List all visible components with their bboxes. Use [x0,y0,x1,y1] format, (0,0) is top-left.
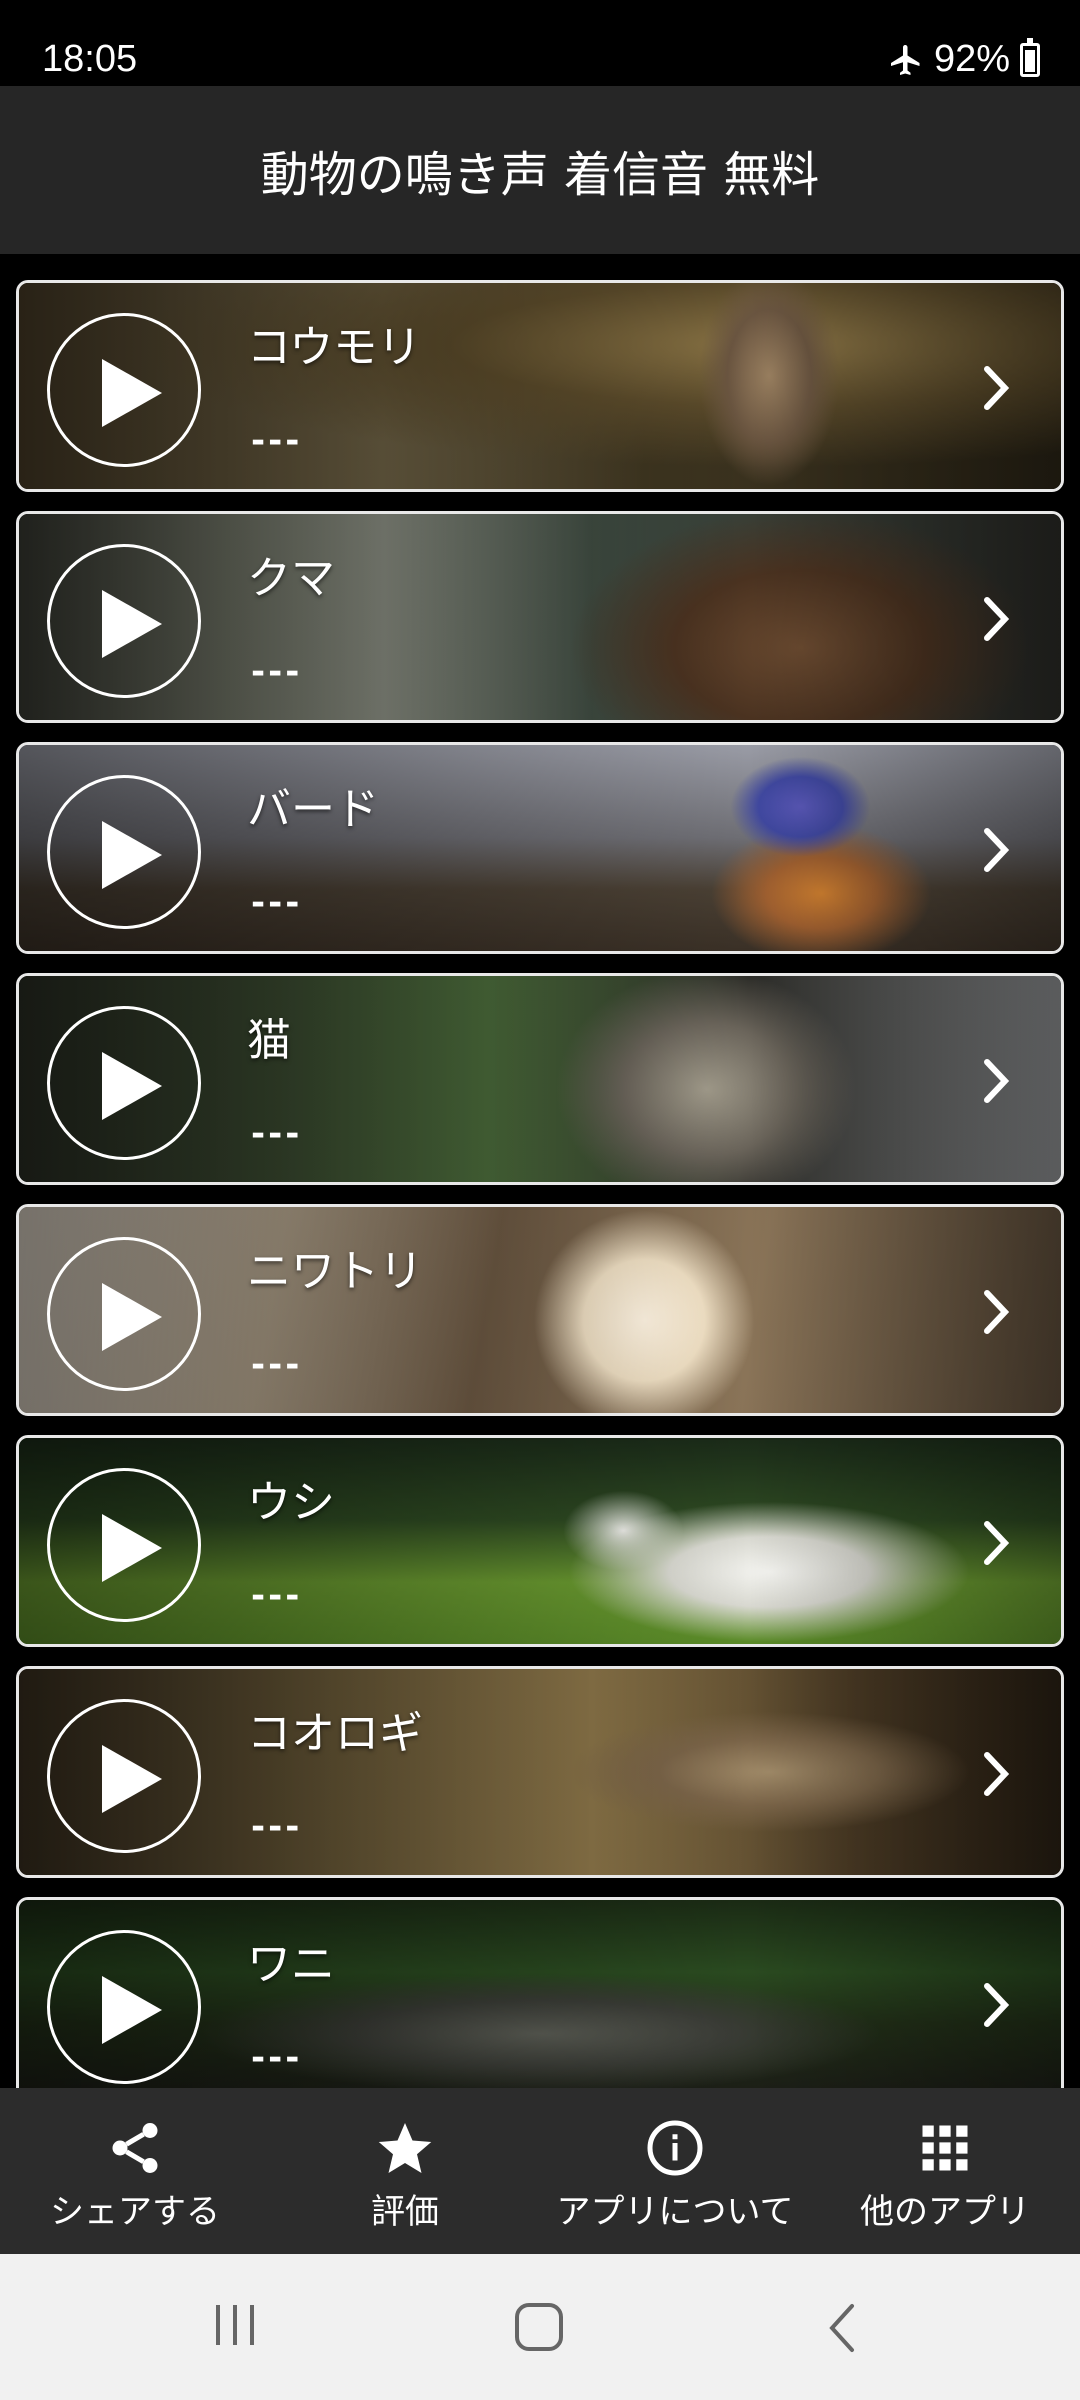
play-icon [102,1745,162,1813]
status-time: 18:05 [42,38,138,80]
airplane-mode-icon [890,44,920,75]
play-icon [102,821,162,889]
about-button[interactable]: アプリについて [540,2088,810,2254]
item-title: コオロギ [247,1708,423,1759]
battery-fill [1025,49,1035,72]
item-subtitle: --- [251,883,303,923]
chevron-right-icon[interactable] [981,1980,1011,2030]
item-subtitle: --- [251,1576,303,1616]
play-button[interactable] [47,1699,201,1853]
rate-button[interactable]: 評価 [270,2088,540,2254]
rate-label: 評価 [371,2192,439,2232]
item-subtitle: --- [251,1114,303,1154]
chevron-right-icon[interactable] [981,1749,1011,1799]
play-icon [102,1976,162,2044]
item-subtitle: --- [251,1345,303,1385]
play-icon [102,590,162,658]
sound-list[interactable]: コウモリ --- クマ --- バード --- 猫 --- ニワトリ --- ウ… [0,254,1080,2088]
play-icon [102,1514,162,1582]
play-button[interactable] [47,1468,201,1622]
chevron-right-icon[interactable] [981,1518,1011,1568]
page-title: 動物の鳴き声 着信音 無料 [260,147,820,203]
other-apps-label: 他のアプリ [860,2192,1030,2232]
item-subtitle: --- [251,652,303,692]
list-item[interactable]: ウシ --- [16,1435,1064,1647]
list-item[interactable]: ワニ --- [16,1897,1064,2088]
item-subtitle: --- [251,421,303,461]
battery-icon [1020,37,1040,77]
battery-percent: 92% [933,38,1010,80]
info-icon [647,2120,703,2176]
back-icon[interactable] [822,2300,862,2356]
list-item[interactable]: コウモリ --- [16,280,1064,492]
chevron-right-icon[interactable] [981,594,1011,644]
chevron-right-icon[interactable] [981,825,1011,875]
item-title: バード [247,784,379,835]
other-apps-button[interactable]: 他のアプリ [810,2088,1080,2254]
item-subtitle: --- [251,2038,303,2078]
item-title: ニワトリ [247,1246,423,1297]
play-icon [102,359,162,427]
play-button[interactable] [47,313,201,467]
app-bar: 動物の鳴き声 着信音 無料 [0,86,1080,254]
play-icon [102,1283,162,1351]
chevron-right-icon[interactable] [981,363,1011,413]
bottom-nav: シェアする 評価 アプリについて 他のアプリ [0,2088,1080,2254]
play-button[interactable] [47,775,201,929]
share-label: シェアする [50,2192,220,2232]
grid-icon [922,2125,968,2171]
item-title: 猫 [247,1015,291,1066]
item-subtitle: --- [251,1807,303,1847]
chevron-right-icon[interactable] [981,1056,1011,1106]
item-title: ウシ [247,1477,335,1528]
share-button[interactable]: シェアする [0,2088,270,2254]
share-icon [112,2123,158,2173]
play-icon [102,1052,162,1120]
list-item[interactable]: ニワトリ --- [16,1204,1064,1416]
play-button[interactable] [47,1930,201,2084]
star-icon [378,2123,432,2173]
list-item[interactable]: クマ --- [16,511,1064,723]
play-button[interactable] [47,1006,201,1160]
item-title: クマ [247,553,335,604]
status-bar: 18:05 92% [0,0,1080,86]
play-button[interactable] [47,1237,201,1391]
item-title: ワニ [247,1939,335,1990]
chevron-right-icon[interactable] [981,1287,1011,1337]
home-icon[interactable] [512,2300,568,2356]
recent-apps-icon[interactable] [210,2300,260,2350]
list-item[interactable]: バード --- [16,742,1064,954]
list-item[interactable]: 猫 --- [16,973,1064,1185]
item-title: コウモリ [247,322,422,373]
play-button[interactable] [47,544,201,698]
status-indicators: 92% [888,37,1040,81]
list-item[interactable]: コオロギ --- [16,1666,1064,1878]
about-label: アプリについて [556,2192,794,2232]
system-nav-bar [0,2254,1080,2400]
